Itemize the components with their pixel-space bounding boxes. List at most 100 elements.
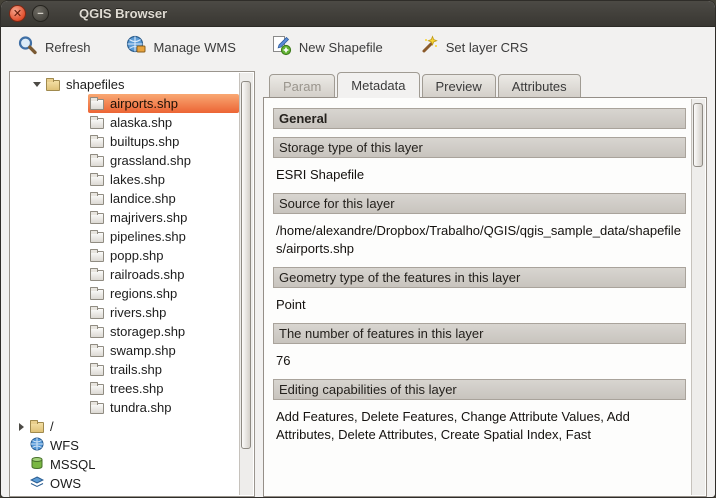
shapefile-icon [90, 232, 104, 243]
expander-icon[interactable] [14, 423, 28, 431]
new-shapefile-button[interactable]: New Shapefile [265, 31, 388, 64]
tree-item-label: rivers.shp [110, 305, 166, 320]
metadata-row-value: ESRI Shapefile [276, 166, 684, 184]
tree-item[interactable]: alaska.shp [10, 113, 239, 132]
tree-item-label: popp.shp [110, 248, 164, 263]
metadata-row-header: Source for this layer [273, 193, 686, 214]
tab-metadata[interactable]: Metadata [337, 72, 419, 98]
tab-attributes[interactable]: Attributes [498, 74, 581, 98]
tree-item[interactable]: storagep.shp [10, 322, 239, 341]
tree-item[interactable]: airports.shp [10, 94, 239, 113]
close-button[interactable]: ✕ [9, 5, 26, 22]
tree-item[interactable]: tundra.shp [10, 398, 239, 417]
tree-item[interactable]: swamp.shp [10, 341, 239, 360]
tree-item-ows[interactable]: OWS [10, 474, 239, 493]
metadata-row-header: The number of features in this layer [273, 323, 686, 344]
shapefile-icon [90, 346, 104, 357]
shapefile-icon [90, 137, 104, 148]
tree-item-label: storagep.shp [110, 324, 185, 339]
tree-item-label: builtups.shp [110, 134, 179, 149]
tree-item-label: airports.shp [110, 96, 178, 111]
shapefile-icon [90, 251, 104, 262]
tree-item[interactable]: landice.shp [10, 189, 239, 208]
qgis-browser-window: ✕ − QGIS Browser Refresh Manage WMS [0, 0, 716, 498]
folder-icon [46, 80, 60, 91]
tree-item-label: majrivers.shp [110, 210, 187, 225]
left-scrollbar[interactable] [239, 73, 253, 495]
shapefile-icon [90, 308, 104, 319]
tree-item[interactable]: majrivers.shp [10, 208, 239, 227]
set-layer-crs-label: Set layer CRS [446, 40, 528, 55]
manage-wms-label: Manage WMS [154, 40, 236, 55]
tree-item[interactable]: grassland.shp [10, 151, 239, 170]
tree-item[interactable]: lakes.shp [10, 170, 239, 189]
tree-item[interactable]: trails.shp [10, 360, 239, 379]
tree-item-label: grassland.shp [110, 153, 191, 168]
shapefile-icon [90, 213, 104, 224]
tree-item-label: WFS [50, 438, 79, 453]
refresh-icon [16, 34, 38, 61]
tree-item-mssql[interactable]: MSSQL [10, 455, 239, 474]
refresh-button[interactable]: Refresh [11, 31, 96, 64]
right-scrollbar-thumb[interactable] [693, 103, 703, 167]
ows-icon [30, 475, 44, 492]
tree-item-shapefiles[interactable]: shapefiles [10, 75, 239, 94]
tab-preview[interactable]: Preview [422, 74, 496, 98]
tree-item[interactable]: railroads.shp [10, 265, 239, 284]
metadata-row-value: 76 [276, 352, 684, 370]
refresh-label: Refresh [45, 40, 91, 55]
mssql-icon [30, 456, 44, 473]
browser-tree-panel: shapefiles airports.shp alaska.shp built… [9, 71, 255, 497]
manage-wms-icon [125, 34, 147, 61]
tree-item-label: alaska.shp [110, 115, 172, 130]
metadata-view: General Storage type of this layer ESRI … [263, 97, 707, 497]
shapefile-icon [90, 403, 104, 414]
tree-item[interactable]: builtups.shp [10, 132, 239, 151]
detail-tabs: Param Metadata Preview Attributes [263, 71, 707, 97]
tree-item-label: trails.shp [110, 362, 162, 377]
set-layer-crs-icon [417, 34, 439, 61]
set-layer-crs-button[interactable]: Set layer CRS [412, 31, 533, 64]
shapefile-icon [90, 327, 104, 338]
minimize-button[interactable]: − [32, 5, 49, 22]
right-scrollbar[interactable] [691, 99, 705, 495]
tree-item-label: pipelines.shp [110, 229, 186, 244]
metadata-row-header: Editing capabilities of this layer [273, 379, 686, 400]
tree-item-wfs[interactable]: WFS [10, 436, 239, 455]
metadata-section-header: General [273, 108, 686, 129]
shapefile-icon [90, 194, 104, 205]
shapefile-icon [90, 175, 104, 186]
main-area: shapefiles airports.shp alaska.shp built… [1, 67, 715, 497]
shapefile-icon [90, 365, 104, 376]
tree-item-root-dir[interactable]: / [10, 417, 239, 436]
detail-panel: Param Metadata Preview Attributes Genera… [263, 71, 707, 497]
folder-icon [30, 422, 44, 433]
tree-item-label: landice.shp [110, 191, 176, 206]
new-shapefile-label: New Shapefile [299, 40, 383, 55]
expander-icon[interactable] [30, 82, 44, 87]
tree-item[interactable]: pipelines.shp [10, 227, 239, 246]
window-title: QGIS Browser [79, 6, 167, 21]
metadata-row-value: Add Features, Delete Features, Change At… [276, 408, 684, 444]
tree-item[interactable]: regions.shp [10, 284, 239, 303]
tree-item-label: MSSQL [50, 457, 96, 472]
tree-item-label: regions.shp [110, 286, 177, 301]
metadata-row-value: /home/alexandre/Dropbox/Trabalho/QGIS/qg… [276, 222, 684, 258]
metadata-row-header: Geometry type of the features in this la… [273, 267, 686, 288]
tree-item-label: / [50, 419, 54, 434]
tree-item[interactable]: rivers.shp [10, 303, 239, 322]
tree-item-label: swamp.shp [110, 343, 176, 358]
shapefile-icon [90, 270, 104, 281]
shapefile-icon [90, 118, 104, 129]
new-shapefile-icon [270, 34, 292, 61]
tree-item[interactable]: trees.shp [10, 379, 239, 398]
tab-param[interactable]: Param [269, 74, 335, 98]
browser-tree: shapefiles airports.shp alaska.shp built… [10, 72, 239, 493]
tree-item-label: shapefiles [66, 77, 125, 92]
tree-item[interactable]: popp.shp [10, 246, 239, 265]
left-scrollbar-thumb[interactable] [241, 81, 251, 449]
wfs-icon [30, 437, 44, 454]
manage-wms-button[interactable]: Manage WMS [120, 31, 241, 64]
tree-item-label: lakes.shp [110, 172, 165, 187]
toolbar: Refresh Manage WMS New Shap [1, 27, 715, 67]
